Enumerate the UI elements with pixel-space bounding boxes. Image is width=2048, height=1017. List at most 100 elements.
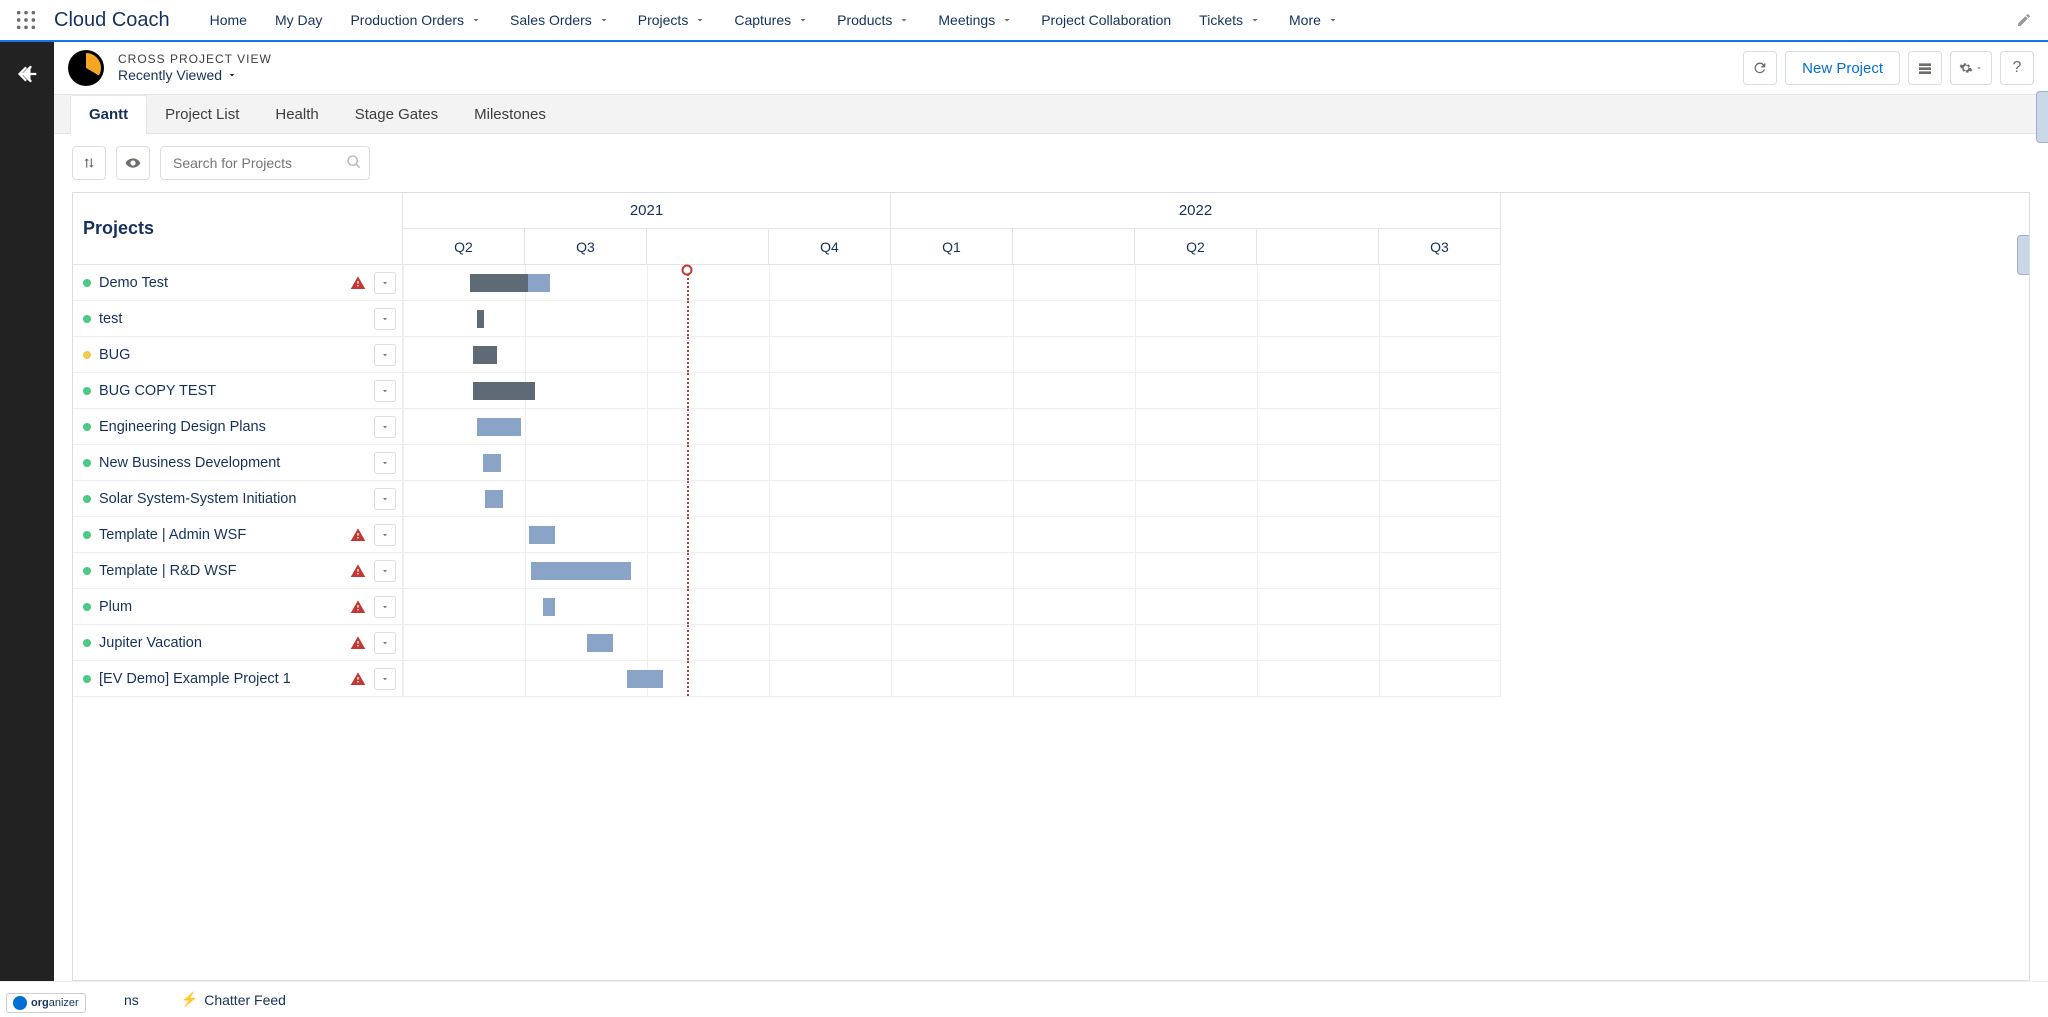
project-name: test: [99, 311, 366, 327]
chevron-down-icon: [898, 14, 910, 26]
sort-button[interactable]: [72, 146, 106, 180]
gantt-bar[interactable]: [531, 562, 631, 580]
utility-item-partial[interactable]: ns: [124, 992, 139, 1008]
search-input[interactable]: [160, 146, 370, 180]
project-row[interactable]: test: [73, 301, 403, 337]
nav-item-projects[interactable]: Projects: [626, 0, 719, 40]
organizer-icon: [13, 996, 27, 1010]
warning-icon: [350, 527, 366, 543]
gantt-bar[interactable]: [470, 274, 550, 292]
row-menu-button[interactable]: [374, 416, 396, 438]
tab-milestones[interactable]: Milestones: [456, 96, 564, 133]
gantt-bar[interactable]: [485, 490, 503, 508]
row-menu-button[interactable]: [374, 632, 396, 654]
quarter-header-7: [1257, 229, 1379, 265]
project-name: BUG: [99, 347, 366, 363]
row-menu-button[interactable]: [374, 272, 396, 294]
nav-item-my-day[interactable]: My Day: [263, 0, 334, 40]
new-project-button[interactable]: New Project: [1785, 51, 1900, 85]
gantt-bar[interactable]: [483, 454, 501, 472]
row-menu-button[interactable]: [374, 452, 396, 474]
nav-item-sales-orders[interactable]: Sales Orders: [498, 0, 622, 40]
utility-bar: orgorganizeranizer ns ⚡ Chatter Feed: [0, 981, 2048, 1017]
app-launcher-icon[interactable]: [12, 6, 40, 34]
quarter-header-8: Q3: [1379, 229, 1501, 265]
left-rail: [0, 42, 54, 981]
project-row[interactable]: BUG COPY TEST: [73, 373, 403, 409]
gantt-panel-handle[interactable]: [2017, 235, 2029, 275]
timeline-cell: [403, 301, 1501, 337]
help-button[interactable]: ?: [2000, 51, 2034, 85]
search-icon: [346, 154, 362, 170]
chevron-down-icon: [1001, 14, 1013, 26]
status-dot: [83, 495, 91, 503]
gantt-bar[interactable]: [477, 418, 521, 436]
nav-item-captures[interactable]: Captures: [722, 0, 821, 40]
chevron-down-icon: [1327, 14, 1339, 26]
tab-project-list[interactable]: Project List: [147, 96, 257, 133]
bolt-icon: ⚡: [181, 991, 198, 1008]
tab-health[interactable]: Health: [257, 96, 336, 133]
gantt-bar[interactable]: [477, 310, 484, 328]
row-menu-button[interactable]: [374, 308, 396, 330]
project-name: BUG COPY TEST: [99, 383, 366, 399]
row-menu-button[interactable]: [374, 596, 396, 618]
table-view-button[interactable]: [1908, 51, 1942, 85]
project-row[interactable]: Demo Test: [73, 265, 403, 301]
row-menu-button[interactable]: [374, 380, 396, 402]
today-line: [687, 481, 689, 516]
page-actions: New Project ?: [1743, 51, 2034, 85]
project-row[interactable]: [EV Demo] Example Project 1: [73, 661, 403, 697]
app-name: Cloud Coach: [54, 9, 170, 32]
nav-item-home[interactable]: Home: [198, 0, 259, 40]
warning-icon: [350, 671, 366, 687]
project-row[interactable]: Template | Admin WSF: [73, 517, 403, 553]
nav-item-more[interactable]: More: [1277, 0, 1351, 40]
row-menu-button[interactable]: [374, 524, 396, 546]
chevron-down-icon: [470, 14, 482, 26]
project-row[interactable]: Jupiter Vacation: [73, 625, 403, 661]
status-dot: [83, 567, 91, 575]
nav-item-project-collaboration[interactable]: Project Collaboration: [1029, 0, 1183, 40]
status-dot: [83, 639, 91, 647]
row-menu-button[interactable]: [374, 488, 396, 510]
utility-item-chatter[interactable]: ⚡ Chatter Feed: [181, 991, 286, 1008]
project-row[interactable]: Template | R&D WSF: [73, 553, 403, 589]
nav-item-products[interactable]: Products: [825, 0, 922, 40]
right-panel-handle[interactable]: [2036, 91, 2048, 143]
project-row[interactable]: New Business Development: [73, 445, 403, 481]
timeline-cell: [403, 517, 1501, 553]
list-view-selector[interactable]: Recently Viewed: [118, 67, 272, 84]
project-row[interactable]: Solar System-System Initiation: [73, 481, 403, 517]
status-dot: [83, 387, 91, 395]
today-line: [687, 337, 689, 372]
project-row[interactable]: Plum: [73, 589, 403, 625]
today-marker: [681, 264, 693, 276]
gantt-bar[interactable]: [627, 670, 663, 688]
row-menu-button[interactable]: [374, 344, 396, 366]
row-menu-button[interactable]: [374, 668, 396, 690]
nav-item-tickets[interactable]: Tickets: [1187, 0, 1273, 40]
gantt-bar[interactable]: [587, 634, 613, 652]
organizer-badge[interactable]: orgorganizeranizer: [6, 993, 86, 1013]
row-menu-button[interactable]: [374, 560, 396, 582]
back-icon[interactable]: [13, 60, 41, 88]
nav-item-meetings[interactable]: Meetings: [926, 0, 1025, 40]
gantt-bar[interactable]: [543, 598, 555, 616]
project-name: Template | Admin WSF: [99, 527, 342, 543]
gantt-bar[interactable]: [529, 526, 555, 544]
gantt-bar[interactable]: [473, 346, 497, 364]
tab-stage-gates[interactable]: Stage Gates: [337, 96, 456, 133]
project-row[interactable]: Engineering Design Plans: [73, 409, 403, 445]
today-line: [687, 301, 689, 336]
quarter-header-5: [1013, 229, 1135, 265]
edit-nav-icon[interactable]: [2012, 8, 2036, 32]
tab-gantt[interactable]: Gantt: [70, 95, 147, 134]
refresh-button[interactable]: [1743, 51, 1777, 85]
nav-item-production-orders[interactable]: Production Orders: [338, 0, 494, 40]
project-row[interactable]: BUG: [73, 337, 403, 373]
global-nav: Cloud Coach HomeMy DayProduction OrdersS…: [0, 0, 2048, 42]
settings-menu-button[interactable]: [1950, 51, 1992, 85]
gantt-bar[interactable]: [473, 382, 535, 400]
visibility-button[interactable]: [116, 146, 150, 180]
